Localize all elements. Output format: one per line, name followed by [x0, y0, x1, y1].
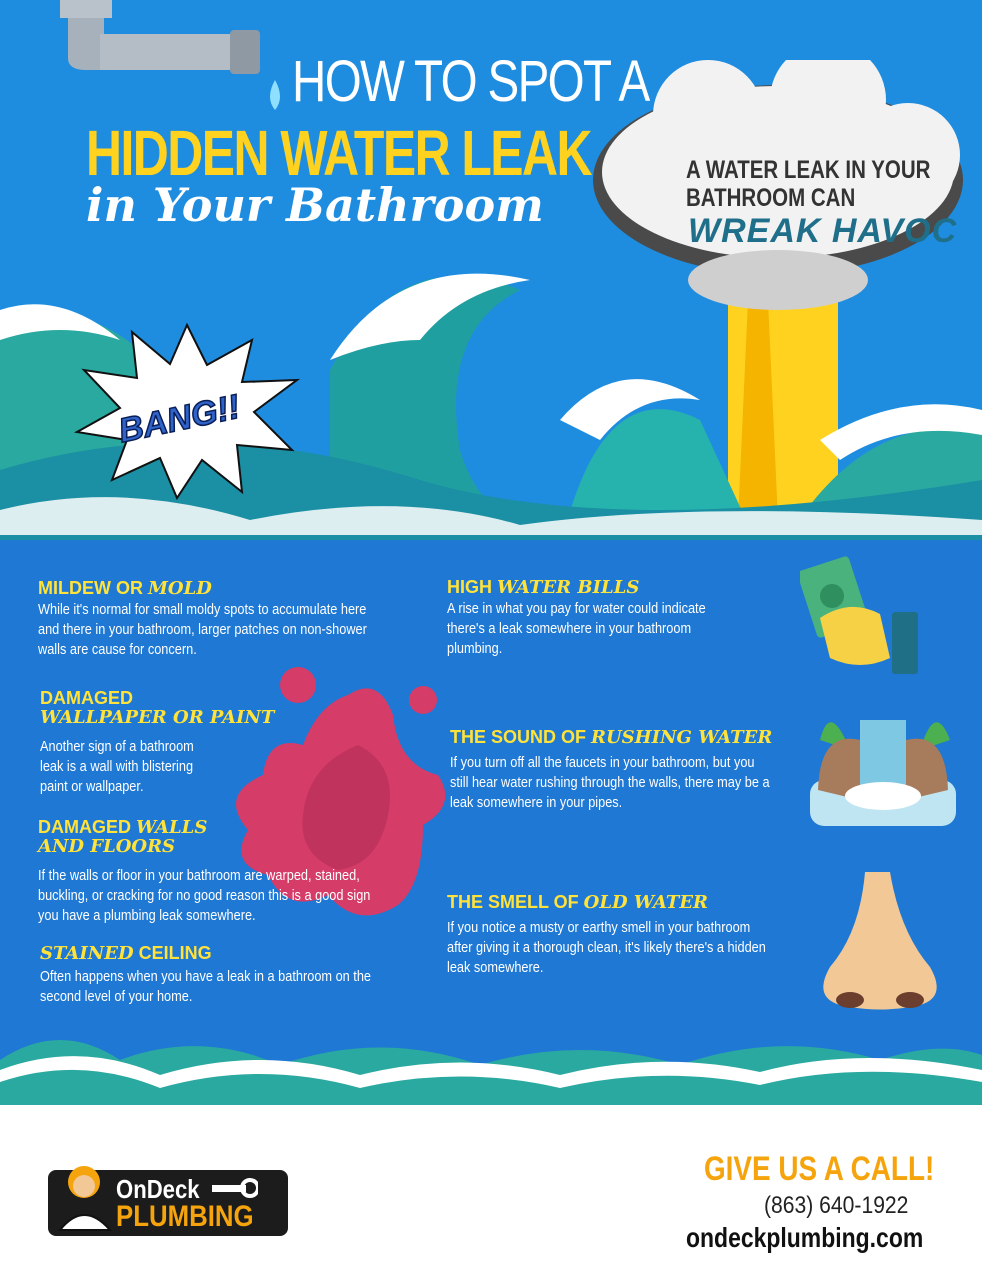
sign-walls-floors: DAMAGED WALLS AND FLOORS If the walls or…	[38, 818, 378, 926]
sign-title: THE SOUND OF RUSHING WATER	[450, 727, 773, 748]
phone-number-link[interactable]: (863) 640-1922	[764, 1192, 908, 1220]
plumber-mascot-icon	[57, 1166, 113, 1231]
sign-body: A rise in what you pay for water could i…	[447, 600, 706, 657]
infographic-poster: BANG!! HOW TO SPOT A HIDDEN WATER LEAK i…	[0, 0, 982, 1105]
sign-body: If you turn off all the faucets in your …	[450, 754, 770, 811]
waterfall-icon	[810, 720, 956, 826]
sign-title: STAINED CEILING	[40, 943, 212, 964]
cloud-line-1: A WATER LEAK IN YOUR	[686, 156, 931, 184]
sign-ceiling: STAINED CEILING Often happens when you h…	[40, 944, 380, 1007]
logo-text-bottom: PLUMBING	[116, 1200, 254, 1233]
sign-title-top: DAMAGED	[40, 688, 133, 708]
pipe-icon	[60, 0, 280, 110]
sign-body: Another sign of a bathroom leak is a wal…	[40, 738, 194, 795]
call-to-action: GIVE US A CALL!	[704, 1150, 935, 1188]
website-link[interactable]: ondeckplumbing.com	[686, 1222, 923, 1254]
title-line-1: HOW TO SPOT A	[292, 49, 650, 114]
cloud-emphasis: WREAK HAVOC	[688, 212, 958, 250]
sign-title-script: WALLPAPER OR PAINT	[40, 707, 275, 728]
cloud-line-2: BATHROOM CAN	[686, 184, 856, 212]
sign-body: While it's normal for small moldy spots …	[38, 601, 367, 658]
sign-title: DAMAGED WALLS AND FLOORS	[38, 817, 208, 857]
sign-body: If you notice a musty or earthy smell in…	[447, 919, 766, 976]
bottom-waves	[0, 1040, 982, 1105]
sign-title: MILDEW OR MOLD	[38, 578, 212, 599]
sign-body: Often happens when you have a leak in a …	[40, 968, 372, 1005]
nose-icon	[823, 872, 937, 1010]
wrench-icon	[212, 1178, 258, 1198]
money-hand-icon	[800, 556, 918, 674]
infographic-page: BANG!! HOW TO SPOT A HIDDEN WATER LEAK i…	[0, 0, 982, 1285]
title-line-3: in Your Bathroom	[86, 178, 544, 232]
sign-old-water: THE SMELL OF OLD WATER If you notice a m…	[447, 893, 787, 978]
cloud-text: A WATER LEAK IN YOUR BATHROOM CAN	[686, 156, 931, 212]
sign-water-bills: HIGH WATER BILLS A rise in what you pay …	[447, 578, 777, 659]
sign-title: THE SMELL OF OLD WATER	[447, 892, 709, 913]
sign-wallpaper: DAMAGED WALLPAPER OR PAINT Another sign …	[40, 689, 280, 797]
sign-body: If the walls or floor in your bathroom a…	[38, 867, 371, 924]
sign-title: HIGH WATER BILLS	[447, 577, 640, 598]
sign-mildew: MILDEW OR MOLD While it's normal for sma…	[38, 579, 378, 660]
sign-rushing-water: THE SOUND OF RUSHING WATER If you turn o…	[450, 728, 790, 813]
